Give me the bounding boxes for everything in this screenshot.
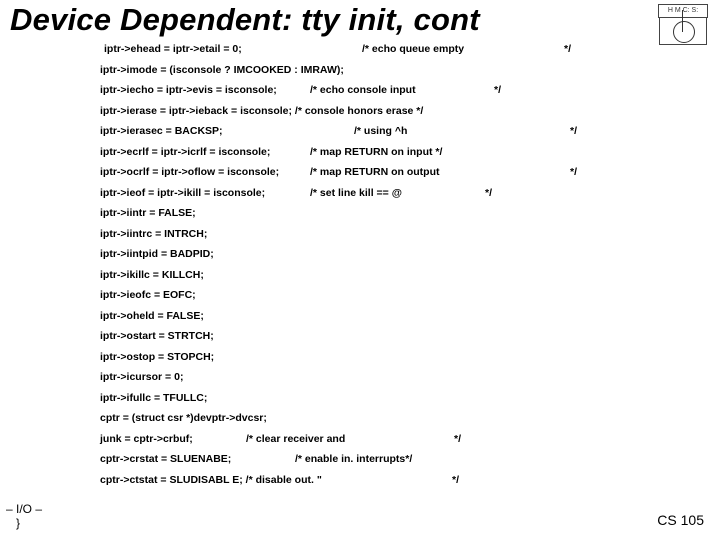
code-line: iptr->iintrc = INTRCH; xyxy=(100,229,590,240)
code-text: iptr->ierasec = BACKSP; xyxy=(100,125,223,137)
code-line: iptr->iintpid = BADPID; xyxy=(100,249,590,260)
code-line: iptr->ieofc = EOFC; xyxy=(100,290,590,301)
footer-right: CS 105 xyxy=(657,512,704,528)
code-line: iptr->ifullc = TFULLC; xyxy=(100,393,590,404)
code-text: iptr->ifullc = TFULLC; xyxy=(100,392,207,404)
code-line: iptr->ikillc = KILLCH; xyxy=(100,270,590,281)
code-line: cptr->ctstat = SLUDISABL E; /* disable o… xyxy=(100,475,590,486)
comment-end: */ xyxy=(570,126,577,137)
comment-text: /* using ^h xyxy=(354,126,407,137)
code-line: iptr->ehead = iptr->etail = 0; /* echo q… xyxy=(100,44,590,55)
code-line: iptr->ierase = iptr->ieback = isconsole;… xyxy=(100,106,590,117)
code-text: iptr->ostop = STOPCH; xyxy=(100,351,214,363)
code-text: cptr = (struct csr *)devptr->dvcsr; xyxy=(100,412,267,424)
code-text: iptr->oheld = FALSE; xyxy=(100,310,204,322)
comment-text: /* map RETURN on input */ xyxy=(310,147,442,158)
comment-end: */ xyxy=(485,188,492,199)
comment-text: /* echo queue empty xyxy=(358,44,464,55)
code-text: iptr->ehead = iptr->etail = 0; xyxy=(104,43,242,55)
code-text: cptr->crstat = SLUENABE; xyxy=(100,453,231,465)
comment-text: /* map RETURN on output xyxy=(310,167,440,178)
code-text: iptr->icursor = 0; xyxy=(100,371,183,383)
code-line: iptr->ostart = STRTCH; xyxy=(100,331,590,342)
logo-text: H M C: S: xyxy=(658,4,708,18)
comment-end: */ xyxy=(570,167,577,178)
unicycle-icon xyxy=(659,18,707,45)
comment-text: /* echo console input xyxy=(310,85,416,96)
footer-io: – I/O – xyxy=(6,502,42,516)
code-line: iptr->ieof = iptr->ikill = isconsole; /*… xyxy=(100,188,590,199)
code-line: cptr->crstat = SLUENABE; /* enable in. i… xyxy=(100,454,590,465)
code-line: junk = cptr->crbuf; /* clear receiver an… xyxy=(100,434,590,445)
code-line: iptr->ostop = STOPCH; xyxy=(100,352,590,363)
code-text: iptr->ikillc = KILLCH; xyxy=(100,269,204,281)
code-text: iptr->iecho = iptr->evis = isconsole; xyxy=(100,84,277,96)
corner-logo: H M C: S: xyxy=(658,4,710,45)
code-line: iptr->ierasec = BACKSP; /* using ^h */ xyxy=(100,126,590,137)
comment-text: /* set line kill == @ xyxy=(310,188,402,199)
comment-end: */ xyxy=(560,44,571,55)
comment-end: */ xyxy=(494,85,501,96)
comment-text: /* clear receiver and xyxy=(246,434,345,445)
code-text: iptr->ieof = iptr->ikill = isconsole; xyxy=(100,187,265,199)
closing-brace: } xyxy=(16,516,20,530)
code-text: iptr->imode = (isconsole ? IMCOOKED : IM… xyxy=(100,64,344,76)
code-line: cptr = (struct csr *)devptr->dvcsr; xyxy=(100,413,590,424)
code-line: iptr->iecho = iptr->evis = isconsole; /*… xyxy=(100,85,590,96)
code-text: junk = cptr->crbuf; xyxy=(100,433,193,445)
code-line: iptr->oheld = FALSE; xyxy=(100,311,590,322)
code-text: iptr->ierase = iptr->ieback = isconsole;… xyxy=(100,105,423,117)
code-text: iptr->ecrlf = iptr->icrlf = isconsole; xyxy=(100,146,270,158)
code-text: iptr->iintrc = INTRCH; xyxy=(100,228,207,240)
code-text: iptr->iintr = FALSE; xyxy=(100,207,196,219)
code-block: iptr->ehead = iptr->etail = 0; /* echo q… xyxy=(100,44,590,495)
code-line: iptr->imode = (isconsole ? IMCOOKED : IM… xyxy=(100,65,590,76)
code-text: iptr->ocrlf = iptr->oflow = isconsole; xyxy=(100,166,279,178)
code-text: iptr->ieofc = EOFC; xyxy=(100,289,196,301)
code-text: iptr->iintpid = BADPID; xyxy=(100,248,214,260)
code-line: iptr->iintr = FALSE; xyxy=(100,208,590,219)
comment-text: /* enable in. interrupts*/ xyxy=(295,454,412,465)
code-text: iptr->ostart = STRTCH; xyxy=(100,330,214,342)
comment-end: */ xyxy=(454,434,461,445)
code-text: cptr->ctstat = SLUDISABL E; /* disable o… xyxy=(100,474,322,486)
code-line: iptr->ecrlf = iptr->icrlf = isconsole; /… xyxy=(100,147,590,158)
slide-root: Device Dependent: tty init, cont H M C: … xyxy=(0,0,720,540)
code-line: iptr->icursor = 0; xyxy=(100,372,590,383)
slide-title: Device Dependent: tty init, cont xyxy=(10,2,480,38)
footer-left: – I/O – } xyxy=(6,502,42,530)
code-line: iptr->ocrlf = iptr->oflow = isconsole; /… xyxy=(100,167,590,178)
comment-end: */ xyxy=(452,475,459,486)
